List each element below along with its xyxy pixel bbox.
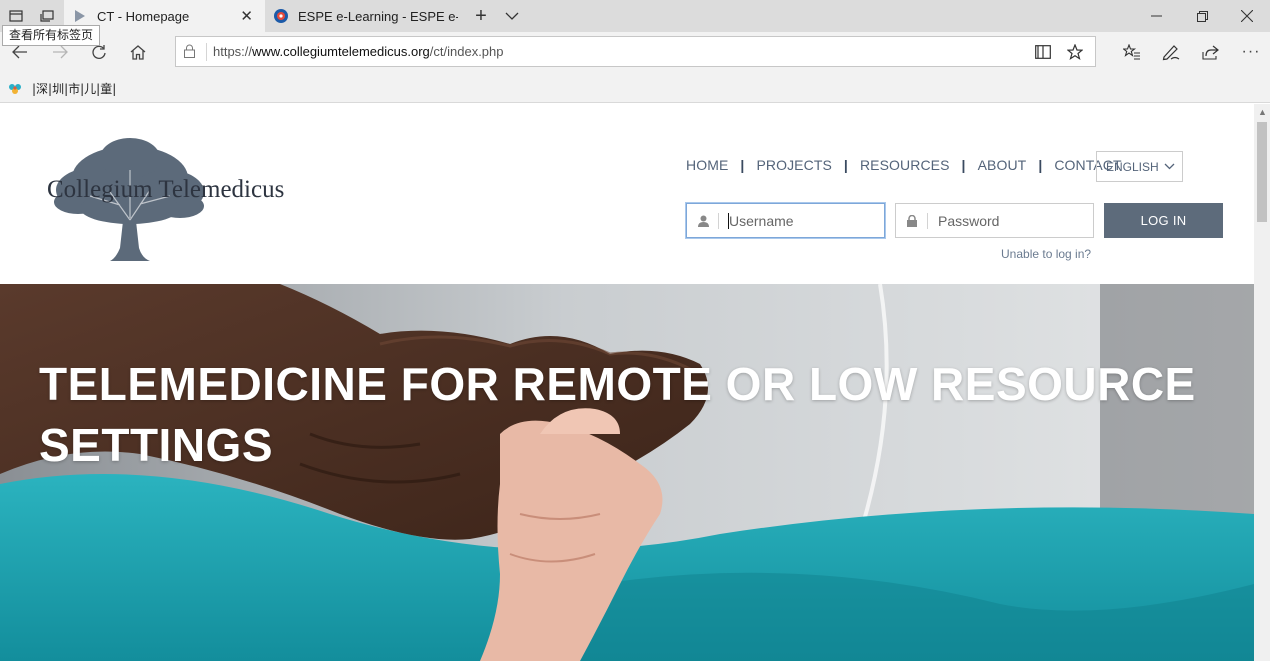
language-select[interactable]: ENGLISH [1096,151,1183,182]
favorites-hub-icon[interactable] [1118,38,1146,66]
site-logo[interactable]: Collegium Telemedicus [30,130,320,264]
lock-icon[interactable] [184,44,195,63]
url-text[interactable]: https://www.collegiumtelemedicus.org/ct/… [213,44,504,59]
nav-home[interactable]: HOME [686,157,728,173]
tab-espe[interactable]: ESPE e-Learning - ESPE e-Le [265,0,460,32]
url-domain: www.collegiumtelemedicus.org [252,44,430,59]
nav-projects[interactable]: PROJECTS [756,157,831,173]
address-bar[interactable]: https://www.collegiumtelemedicus.org/ct/… [175,36,1096,67]
chevron-down-icon [1164,163,1175,170]
field-separator [718,212,719,229]
password-input[interactable] [938,212,1078,229]
field-separator [927,212,928,229]
tab-title: CT - Homepage [97,8,190,24]
new-tab-icon[interactable]: + [468,4,494,28]
more-options-icon[interactable]: ··· [1237,38,1265,66]
nav-resources[interactable]: RESOURCES [860,157,950,173]
favorite-star-icon[interactable] [1065,42,1085,62]
nav-divider: | [1038,157,1043,173]
restore-icon[interactable] [1179,0,1225,32]
share-icon[interactable] [1197,38,1225,66]
url-prefix: https:// [213,44,253,59]
main-nav: HOME | PROJECTS | RESOURCES | ABOUT | CO… [686,157,1122,173]
hero-banner: TELEMEDICINE FOR REMOTE OR LOW RESOURCE … [0,284,1254,661]
login-button[interactable]: LOG IN [1104,203,1223,238]
logo-text: Collegium Telemedicus [47,176,285,203]
unable-to-login-link[interactable]: Unable to log in? [1001,247,1091,261]
user-icon [696,215,710,227]
favorite-link[interactable]: |深|圳|市|儿|童| [8,80,116,97]
username-input[interactable] [729,212,869,229]
page-scrollbar[interactable]: ▲ [1254,104,1270,661]
favorites-bar: |深|圳|市|儿|童| [0,72,1270,103]
tab-title: ESPE e-Learning - ESPE e-Le [298,8,458,24]
nav-divider: | [740,157,745,173]
nav-about[interactable]: ABOUT [978,157,1027,173]
web-note-pen-icon[interactable] [1157,38,1185,66]
lock-icon [905,214,919,227]
scrollbar-thumb[interactable] [1257,122,1267,222]
flower-icon [9,83,21,94]
navigation-bar: https://www.collegiumtelemedicus.org/ct/… [0,32,1270,72]
minimize-icon[interactable] [1133,0,1179,32]
language-value: ENGLISH [1106,159,1159,174]
close-window-icon[interactable] [1224,0,1270,32]
close-tab-icon[interactable]: ✕ [240,7,253,25]
hero-title: TELEMEDICINE FOR REMOTE OR LOW RESOURCE … [39,358,1196,471]
reading-view-icon[interactable] [1033,42,1053,62]
nav-divider: | [843,157,848,173]
password-field[interactable] [895,203,1094,238]
web-page: Collegium Telemedicus HOME | PROJECTS | … [0,104,1254,661]
address-separator [206,43,207,61]
tab-list-chevron-icon[interactable] [499,4,525,28]
espe-favicon-icon [274,9,288,23]
nav-divider: | [961,157,966,173]
username-field[interactable] [686,203,885,238]
ct-favicon-icon [75,10,85,22]
favorite-label: |深|圳|市|儿|童| [32,82,117,96]
scroll-up-icon[interactable]: ▲ [1258,107,1267,117]
url-path: /ct/index.php [429,44,504,59]
tabs-tooltip: 查看所有标签页 [2,25,101,46]
home-icon[interactable] [124,38,152,66]
tab-bar: CT - Homepage ✕ ESPE e-Learning - ESPE e… [0,0,1270,32]
